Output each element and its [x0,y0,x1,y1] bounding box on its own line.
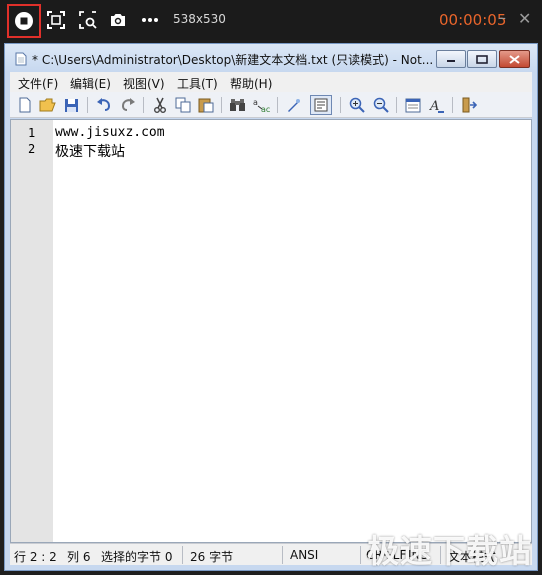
font-icon: A [429,99,444,113]
menu-file[interactable]: 文件(F) [18,75,58,92]
menu-bar: 文件(F) 编辑(E) 视图(V) 工具(T) 帮助(H) [10,72,532,92]
save-icon [64,98,78,112]
toolbar-separator [87,97,88,113]
toolbar-separator [277,97,278,113]
region-select-button[interactable] [74,6,102,34]
close-button[interactable] [499,50,530,68]
marker-icon [288,99,300,112]
new-button[interactable] [16,96,34,114]
zoom-out-button[interactable] [372,96,390,114]
editor-line[interactable]: www.jisuxz.com [55,125,165,140]
menu-help[interactable]: 帮助(H) [230,75,272,92]
editor-line[interactable]: 极速下载站 [55,141,125,161]
recorder-minimize-button[interactable]: – [498,8,506,27]
status-separator [282,546,283,564]
status-selected: 选择的字节 0 [101,550,173,564]
schemes-icon [405,98,421,112]
new-icon [19,97,31,113]
toolbar-separator [340,97,341,113]
menu-edit[interactable]: 编辑(E) [70,75,111,92]
wordwrap-icon [314,98,328,112]
status-column: 列 6 [67,550,91,564]
maximize-icon [476,54,488,64]
zoom-in-icon [349,97,365,113]
copy-icon [175,97,191,113]
minimize-button[interactable] [436,50,466,68]
cut-button[interactable] [151,96,169,114]
toolbar: a ac A [10,92,532,118]
close-icon [509,54,520,64]
line-number: 2 [28,142,36,156]
menu-view[interactable]: 视图(V) [123,75,165,92]
wordwrap-button[interactable] [310,95,332,115]
settings-button[interactable] [460,96,478,114]
redo-button[interactable] [119,96,137,114]
undo-icon [97,98,111,111]
stop-icon [15,12,33,30]
find-icon [230,99,245,111]
document-icon [15,52,27,66]
svg-text:ac: ac [261,105,270,113]
schemes-button[interactable] [404,96,422,114]
font-button[interactable]: A [428,96,446,114]
paste-button[interactable] [197,96,215,114]
recorder-toolbar: 538x530 00:00:05 – ✕ [0,0,542,40]
fullscreen-button[interactable] [42,6,70,34]
status-position: 行 2 : 2 [14,550,57,564]
fullscreen-icon [47,11,65,29]
line-number: 1 [28,126,36,140]
more-button[interactable] [136,6,164,34]
toolbar-separator [452,97,453,113]
recorder-close-button[interactable]: ✕ [518,9,531,28]
settings-icon [462,97,477,113]
elapsed-timer: 00:00:05 [439,11,507,29]
status-bytes: 26 字节 [190,550,234,564]
more-icon [142,18,158,22]
editor-window: * C:\Users\Administrator\Desktop\新建文本文档.… [4,43,538,571]
toolbar-separator [396,97,397,113]
save-button[interactable] [62,96,80,114]
zoom-out-icon [373,97,389,113]
stop-record-button[interactable] [7,4,41,38]
cut-icon [154,97,166,113]
undo-button[interactable] [95,96,113,114]
zoom-in-button[interactable] [348,96,366,114]
find-button[interactable] [229,96,247,114]
window-title: * C:\Users\Administrator\Desktop\新建文本文档.… [32,53,434,67]
svg-text:A: A [429,99,439,113]
copy-button[interactable] [174,96,192,114]
region-select-icon [79,11,97,29]
menu-tools[interactable]: 工具(T) [177,75,218,92]
capture-resolution: 538x530 [173,12,226,26]
redo-icon [121,98,135,111]
paste-icon [198,98,214,113]
minimize-icon [447,60,455,62]
site-watermark: 极速下载站 [367,532,533,570]
open-button[interactable] [39,96,57,114]
toolbar-separator [221,97,222,113]
open-icon [39,98,56,112]
status-separator [360,546,361,564]
screenshot-button[interactable] [104,6,132,34]
marker-button[interactable] [285,96,303,114]
status-separator [182,546,183,564]
camera-icon [111,14,125,26]
replace-button[interactable]: a ac [253,96,271,114]
title-bar[interactable]: * C:\Users\Administrator\Desktop\新建文本文档.… [5,44,537,72]
svg-text:a: a [253,98,258,107]
toolbar-separator [143,97,144,113]
text-editor[interactable]: 1 2 www.jisuxz.com 极速下载站 [10,119,532,543]
status-encoding: ANSI [290,548,319,562]
line-number-gutter: 1 2 [11,120,53,542]
maximize-button[interactable] [467,50,497,68]
replace-icon: aac [253,98,270,113]
